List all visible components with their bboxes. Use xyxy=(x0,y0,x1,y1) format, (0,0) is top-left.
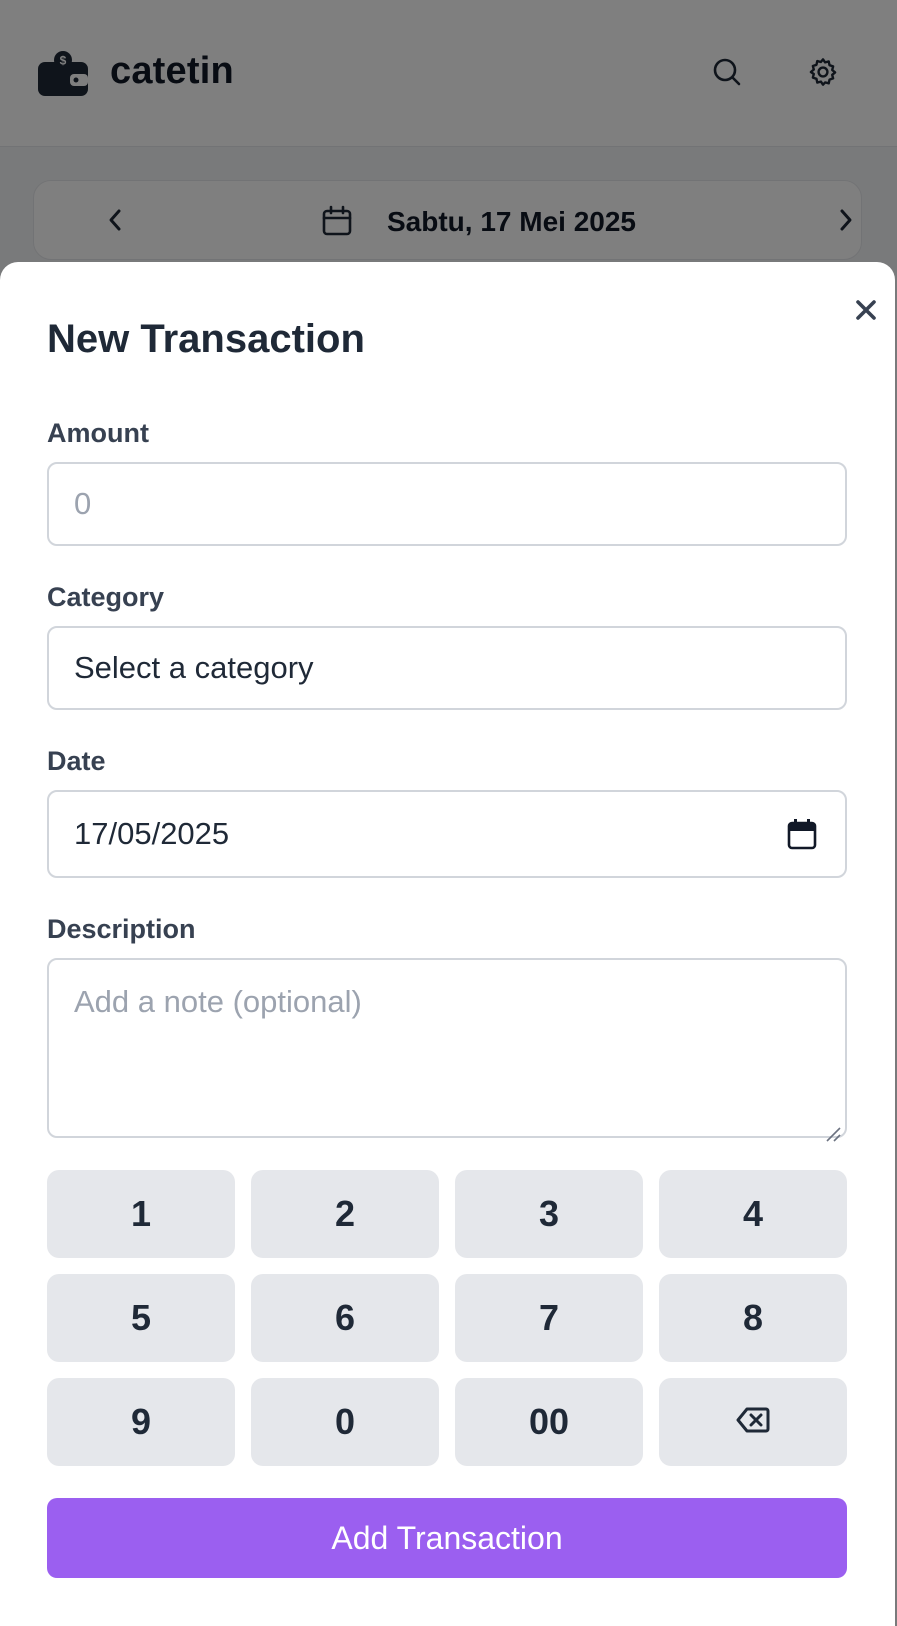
amount-input[interactable]: 0 xyxy=(47,462,847,546)
keypad-key[interactable]: 9 xyxy=(47,1378,235,1466)
add-transaction-button[interactable]: Add Transaction xyxy=(47,1498,847,1578)
category-label: Category xyxy=(47,582,165,612)
category-select-value: Select a category xyxy=(74,650,314,685)
keypad-key[interactable]: 2 xyxy=(251,1170,439,1258)
keypad-key[interactable]: 00 xyxy=(455,1378,643,1466)
date-input[interactable]: 17/05/2025 xyxy=(47,790,847,878)
keypad-key[interactable]: 1 xyxy=(47,1170,235,1258)
date-label: Date xyxy=(47,746,106,776)
keypad-key[interactable]: 5 xyxy=(47,1274,235,1362)
keypad-key[interactable]: 3 xyxy=(455,1170,643,1258)
backspace-icon xyxy=(736,1401,770,1443)
close-icon[interactable] xyxy=(850,294,882,326)
keypad-backspace-button[interactable] xyxy=(659,1378,847,1466)
calendar-picker-icon[interactable] xyxy=(787,818,817,850)
keypad-key[interactable]: 7 xyxy=(455,1274,643,1362)
description-label: Description xyxy=(47,914,196,944)
amount-placeholder: 0 xyxy=(74,486,92,521)
keypad-key[interactable]: 6 xyxy=(251,1274,439,1362)
description-placeholder: Add a note (optional) xyxy=(74,984,362,1019)
new-transaction-modal: New Transaction Amount 0 Category Select… xyxy=(0,262,895,1626)
keypad-key[interactable]: 8 xyxy=(659,1274,847,1362)
modal-title: New Transaction xyxy=(47,317,365,361)
description-textarea[interactable]: Add a note (optional) xyxy=(47,958,847,1142)
keypad-key[interactable]: 4 xyxy=(659,1170,847,1258)
date-input-value: 17/05/2025 xyxy=(74,816,230,851)
resize-grip-icon[interactable] xyxy=(824,1115,842,1142)
keypad-key[interactable]: 0 xyxy=(251,1378,439,1466)
category-select[interactable]: Select a category xyxy=(47,626,847,710)
amount-label: Amount xyxy=(47,418,149,448)
numeric-keypad: 1 2 3 4 5 6 7 8 9 0 00 xyxy=(47,1170,847,1466)
